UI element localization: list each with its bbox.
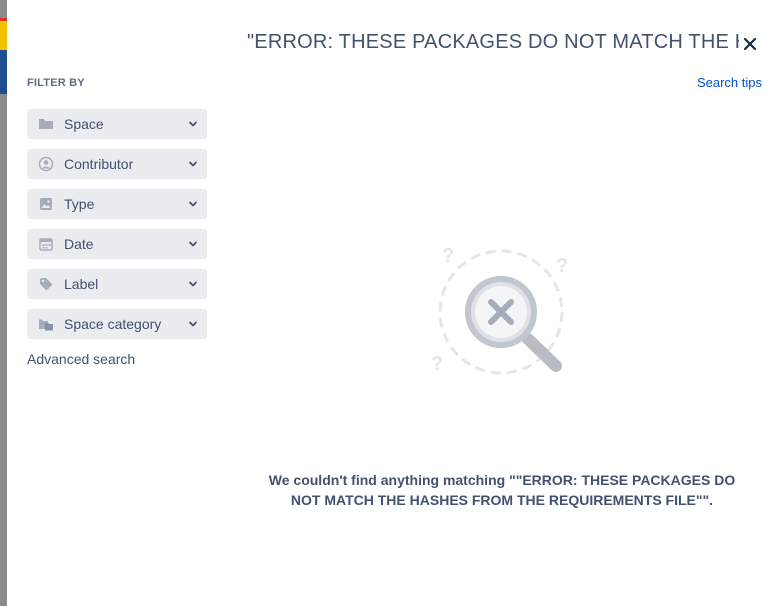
filter-label-text: Label bbox=[64, 276, 99, 292]
svg-text:?: ? bbox=[431, 353, 443, 375]
svg-text:?: ? bbox=[442, 245, 454, 267]
chevron-down-icon bbox=[189, 281, 197, 287]
background-banner-blue bbox=[0, 50, 7, 94]
no-results-magnifier-icon: ? ? ? bbox=[431, 245, 568, 375]
filter-label: Contributor bbox=[64, 156, 134, 172]
chevron-down-icon bbox=[189, 321, 197, 327]
folder-icon bbox=[39, 119, 53, 129]
svg-text:?: ? bbox=[556, 255, 568, 277]
tag-icon bbox=[40, 278, 53, 291]
background-app-strip bbox=[0, 0, 7, 606]
chevron-down-icon bbox=[189, 241, 197, 247]
filter-by-heading: FILTER BY bbox=[27, 77, 85, 89]
filter-date[interactable]: Date bbox=[27, 229, 207, 259]
filter-contributor[interactable]: Contributor bbox=[27, 149, 207, 179]
background-banner-red bbox=[0, 18, 7, 21]
filter-label: Space category bbox=[64, 316, 162, 332]
close-button[interactable] bbox=[740, 34, 760, 54]
search-query-input[interactable]: "ERROR: THESE PACKAGES DO NOT MATCH THE … bbox=[247, 28, 739, 56]
filter-list: Space Contributor Type Date Label Space … bbox=[27, 109, 207, 349]
filter-space-category[interactable]: Space category bbox=[27, 309, 207, 339]
user-circle-icon bbox=[38, 156, 54, 172]
close-icon bbox=[743, 37, 757, 51]
folders-icon bbox=[39, 319, 53, 331]
filter-label: Type bbox=[64, 196, 95, 212]
chevron-down-icon bbox=[189, 161, 197, 167]
no-results-message: We couldn't find anything matching ""ERR… bbox=[268, 472, 736, 508]
calendar-icon bbox=[39, 238, 53, 251]
filter-label: Date bbox=[64, 236, 94, 252]
image-icon bbox=[40, 198, 52, 210]
advanced-search-link[interactable]: Advanced search bbox=[27, 351, 135, 367]
filter-type[interactable]: Type bbox=[27, 189, 207, 219]
chevron-down-icon bbox=[189, 121, 197, 127]
filter-space[interactable]: Space bbox=[27, 109, 207, 139]
chevron-down-icon bbox=[189, 201, 197, 207]
search-tips-link[interactable]: Search tips bbox=[697, 75, 762, 90]
background-banner-yellow bbox=[0, 18, 7, 50]
filter-label: Space bbox=[64, 116, 104, 132]
filter-label[interactable]: Label bbox=[27, 269, 207, 299]
